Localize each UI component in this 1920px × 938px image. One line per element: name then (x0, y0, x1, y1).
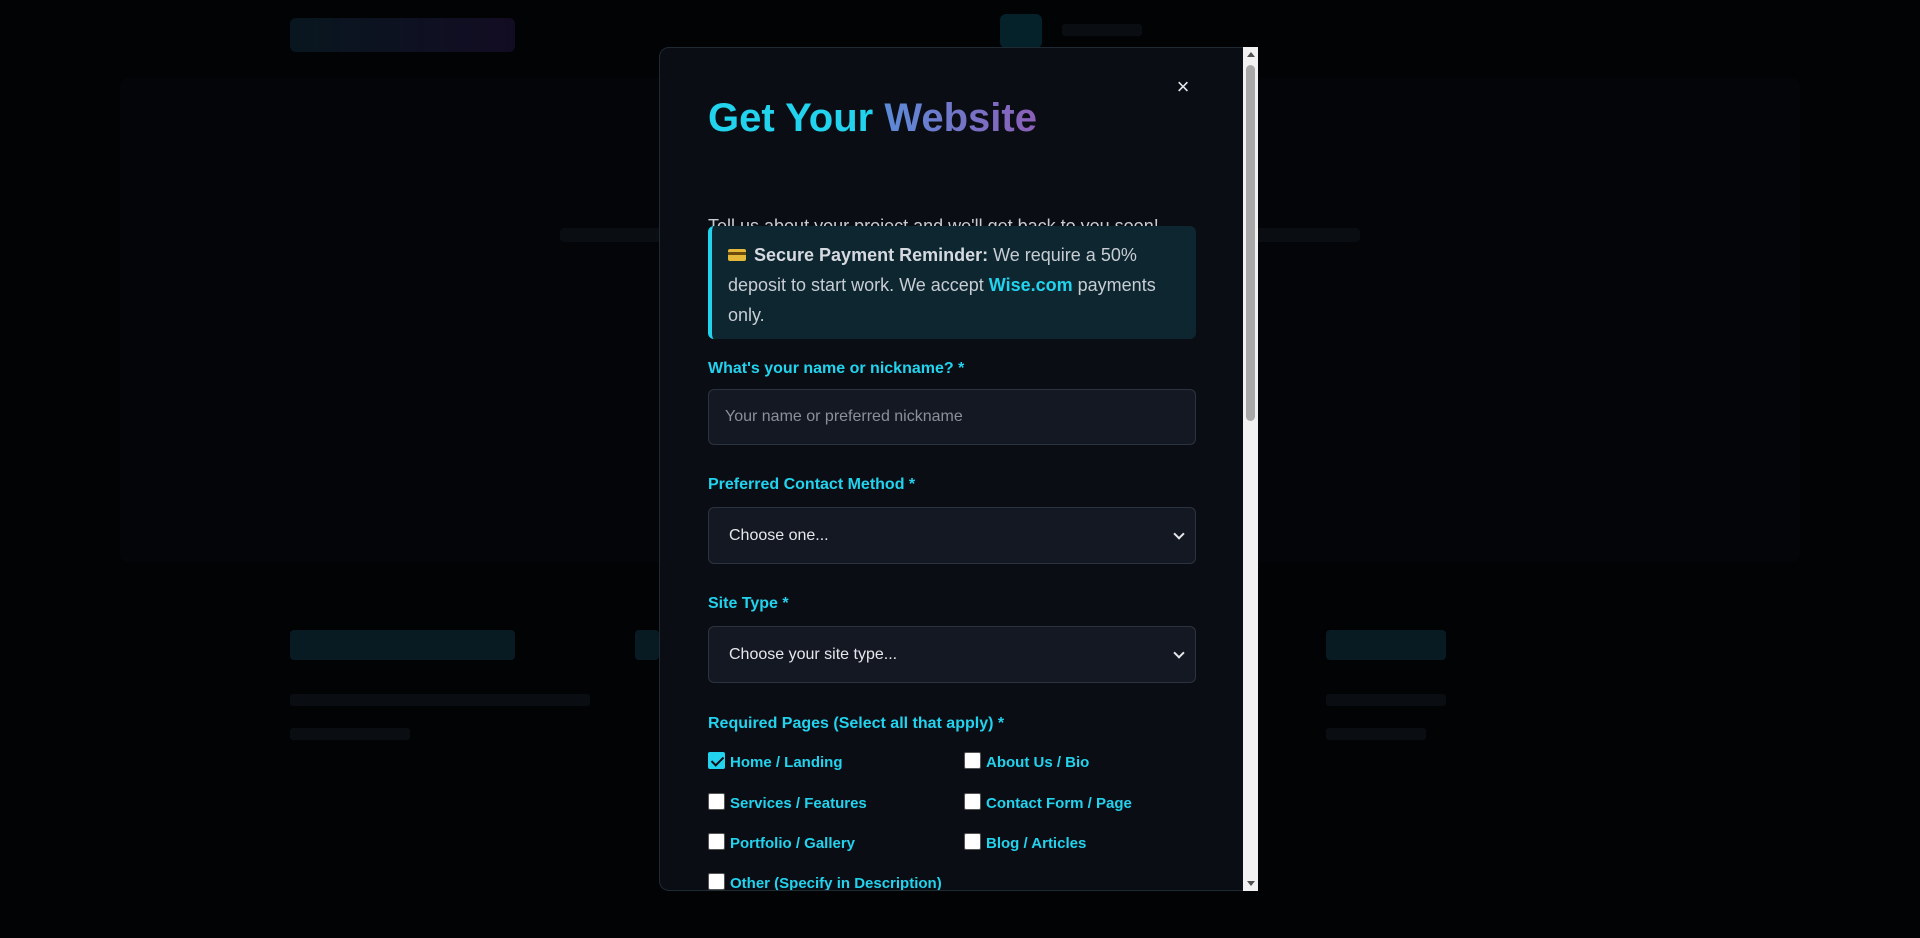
checkbox-label: Home / Landing (730, 754, 843, 771)
scrollbar-thumb[interactable] (1246, 65, 1255, 421)
checkbox-checked-icon[interactable] (708, 752, 725, 769)
contact-method-value: Choose one... (729, 526, 829, 544)
checkbox-about[interactable]: About Us / Bio (964, 752, 1090, 771)
credit-card-icon (728, 249, 746, 261)
background-footer-text (1326, 728, 1426, 740)
notice-heading: Secure Payment Reminder: (754, 245, 989, 265)
contact-method-label: Preferred Contact Method * (708, 476, 916, 493)
checkbox-label: Contact Form / Page (986, 795, 1132, 812)
site-type-value: Choose your site type... (729, 645, 898, 663)
checkbox-portfolio[interactable]: Portfolio / Gallery (708, 833, 856, 852)
checkbox-icon[interactable] (708, 873, 725, 890)
background-logo (290, 18, 515, 52)
chevron-down-icon (1173, 527, 1185, 540)
background-footer-text (1326, 694, 1446, 706)
background-nav-button (1000, 14, 1042, 48)
wise-link[interactable]: Wise.com (989, 275, 1073, 295)
title-part-2: Website (884, 96, 1037, 140)
pages-label: Required Pages (Select all that apply) * (708, 715, 1005, 732)
modal-title: Get Your Website (708, 96, 1037, 141)
site-type-select[interactable]: Choose your site type... (708, 626, 1196, 683)
scroll-up-button[interactable] (1243, 47, 1258, 62)
scroll-down-button[interactable] (1243, 876, 1258, 891)
chevron-down-icon (1173, 646, 1185, 659)
checkbox-icon[interactable] (964, 752, 981, 769)
background-footer-heading (1326, 630, 1446, 660)
modal-scrollbar[interactable] (1243, 47, 1258, 891)
checkbox-icon[interactable] (708, 793, 725, 810)
checkbox-other[interactable]: Other (Specify in Description) (708, 873, 942, 891)
background-footer-heading (635, 630, 659, 660)
close-icon[interactable]: × (1170, 74, 1196, 100)
checkbox-blog[interactable]: Blog / Articles (964, 833, 1087, 852)
scroll-down-arrow-icon (1246, 881, 1255, 886)
checkbox-label: Services / Features (730, 795, 867, 812)
checkbox-row: Home / Landing About Us / Bio (708, 752, 1196, 778)
name-label: What's your name or nickname? * (708, 360, 965, 377)
scroll-up-arrow-icon (1246, 52, 1255, 57)
title-part-1: Get Your (708, 96, 874, 140)
checkbox-label: Portfolio / Gallery (730, 835, 856, 852)
background-footer-text (290, 728, 410, 740)
checkbox-label: Blog / Articles (986, 835, 1087, 852)
site-type-label: Site Type * (708, 595, 789, 612)
checkbox-label: About Us / Bio (986, 754, 1090, 771)
checkbox-services[interactable]: Services / Features (708, 793, 867, 812)
checkbox-row: Other (Specify in Description) (708, 873, 1196, 891)
checkbox-icon[interactable] (964, 793, 981, 810)
name-input[interactable] (708, 389, 1196, 445)
checkbox-row: Portfolio / Gallery Blog / Articles (708, 833, 1196, 859)
checkbox-icon[interactable] (964, 833, 981, 850)
background-nav-link (1062, 24, 1142, 36)
checkbox-home[interactable]: Home / Landing (708, 752, 843, 771)
checkbox-contact[interactable]: Contact Form / Page (964, 793, 1132, 812)
get-website-modal: × Get Your Website Tell us about your pr… (659, 47, 1258, 891)
contact-method-select[interactable]: Choose one... (708, 507, 1196, 564)
checkbox-row: Services / Features Contact Form / Page (708, 793, 1196, 819)
background-footer-brand (290, 630, 515, 660)
checkbox-icon[interactable] (708, 833, 725, 850)
checkbox-label: Other (Specify in Description) (730, 875, 942, 891)
background-footer-text (290, 694, 590, 706)
payment-notice: Secure Payment Reminder: We require a 50… (708, 226, 1196, 339)
